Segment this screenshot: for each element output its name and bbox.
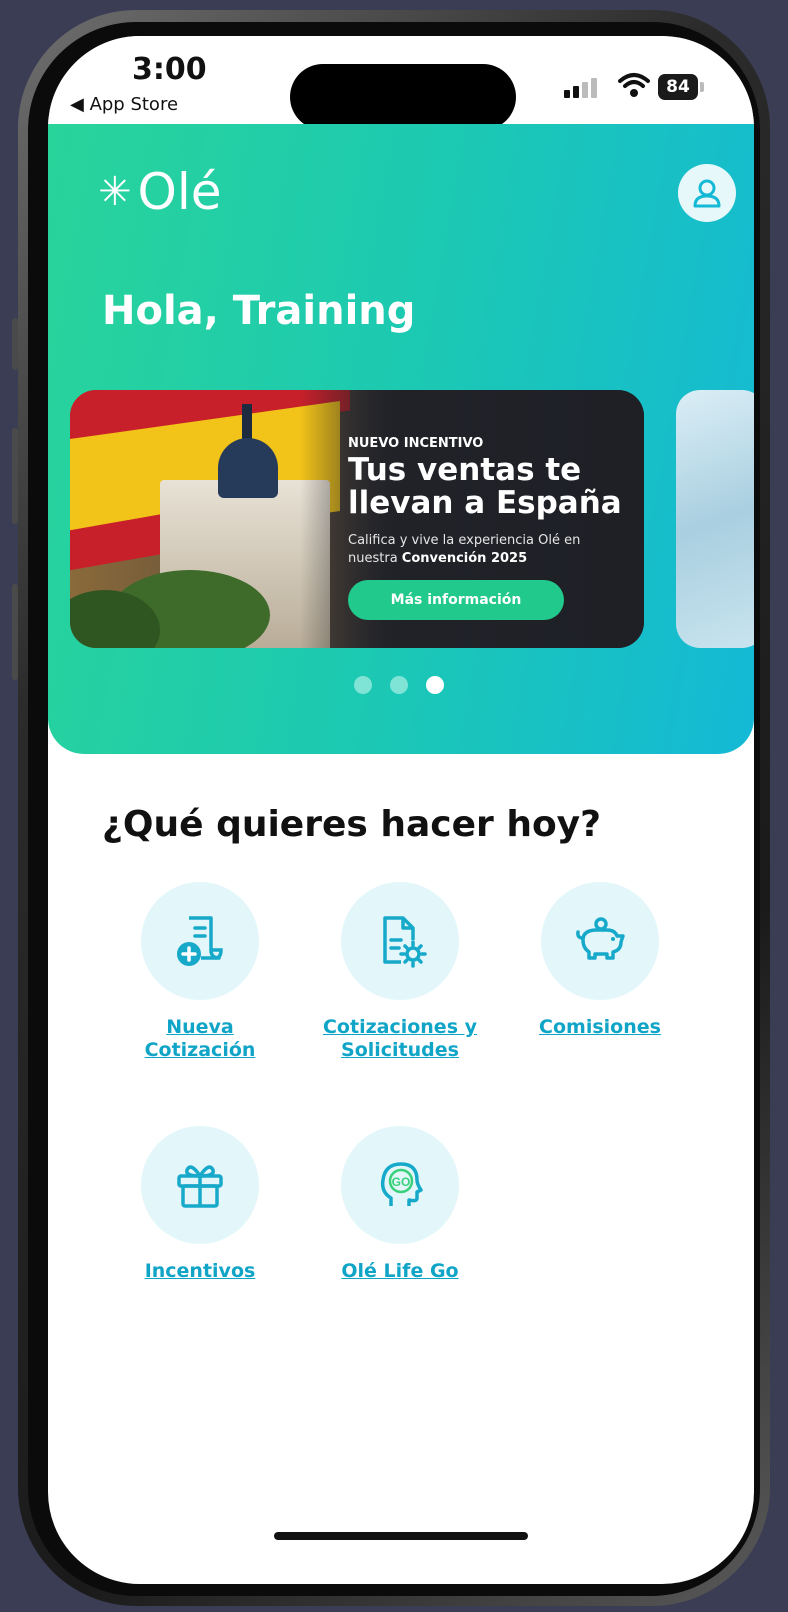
action-label-line: Incentivos [144, 1260, 256, 1282]
promo-banner[interactable]: NUEVO INCENTIVO Tus ventas te llevan a E… [70, 390, 644, 648]
carousel-dot[interactable] [354, 676, 372, 694]
action-label[interactable]: Comisiones [500, 1016, 700, 1039]
action-commissions[interactable]: Comisiones [500, 882, 700, 1039]
cellular-signal-icon [564, 78, 597, 98]
greeting: Hola, Training [102, 288, 416, 334]
dynamic-island [290, 64, 516, 130]
action-ole-life-go[interactable]: GO Olé Life Go [300, 1126, 500, 1283]
action-label[interactable]: Cotizaciones y Solicitudes [300, 1016, 500, 1062]
status-time: 3:00 [132, 52, 207, 87]
action-label[interactable]: Olé Life Go [300, 1260, 500, 1283]
action-label-line: Cotización [144, 1039, 256, 1061]
banner-description-bold: Convención 2025 [401, 551, 528, 566]
banner-description: Califica y vive la experiencia Olé en nu… [348, 532, 628, 568]
home-indicator[interactable] [274, 1532, 528, 1540]
asterisk-logo-icon: ✳ [98, 169, 132, 215]
action-label[interactable]: Incentivos [100, 1260, 300, 1283]
building-dome [218, 438, 278, 498]
document-settings-icon-circle [341, 882, 459, 1000]
svg-text:GO: GO [392, 1175, 411, 1189]
battery-tip [700, 82, 704, 92]
piggy-bank-icon-circle [541, 882, 659, 1000]
section-title: ¿Qué quieres hacer hoy? [102, 804, 602, 845]
status-bar: 3:00 ◀ App Store 84 [48, 36, 754, 130]
carousel-dot[interactable] [390, 676, 408, 694]
screen: 3:00 ◀ App Store 84 ✳Olé Hola, Training [48, 36, 754, 1584]
mute-switch [12, 318, 18, 370]
head-go-icon: GO [380, 1162, 423, 1206]
action-new-quote[interactable]: Nueva Cotización [100, 882, 300, 1062]
battery-indicator: 84 [658, 74, 698, 100]
more-info-button[interactable]: Más información [348, 580, 564, 620]
volume-down-button [12, 584, 18, 680]
new-quote-icon [177, 916, 223, 966]
hero-header: ✳ Olé Hola, Training NUEVO INCENTIVO Tus … [48, 124, 754, 754]
action-label-line: Comisiones [539, 1016, 661, 1038]
volume-up-button [12, 428, 18, 524]
action-label-line: Olé Life Go [341, 1260, 459, 1282]
logo-text: Olé [137, 163, 222, 221]
head-go-icon-circle: GO [341, 1126, 459, 1244]
carousel-dot-active[interactable] [426, 676, 444, 694]
gift-icon [177, 1165, 223, 1208]
carousel-dots [354, 676, 444, 694]
wifi-icon [618, 73, 650, 97]
gift-icon-circle [141, 1126, 259, 1244]
action-label-line: Nueva [166, 1016, 234, 1038]
action-label-line: Solicitudes [341, 1039, 459, 1061]
document-settings-icon [383, 916, 427, 968]
ole-logo: ✳ Olé [98, 164, 222, 220]
banner-title: Tus ventas te llevan a España [348, 452, 622, 521]
action-incentives[interactable]: Incentivos [100, 1126, 300, 1283]
user-icon [693, 179, 721, 208]
action-label[interactable]: Nueva Cotización [100, 1016, 300, 1062]
new-quote-icon-circle [141, 882, 259, 1000]
back-to-app-store-link[interactable]: ◀ App Store [70, 94, 178, 115]
banner-kicker: NUEVO INCENTIVO [348, 436, 484, 451]
action-quotes-requests[interactable]: Cotizaciones y Solicitudes [300, 882, 500, 1062]
profile-button[interactable] [678, 164, 736, 222]
action-label-line: Cotizaciones y [322, 1016, 478, 1038]
piggy-bank-icon [576, 917, 625, 960]
next-banner-preview[interactable] [676, 390, 754, 648]
